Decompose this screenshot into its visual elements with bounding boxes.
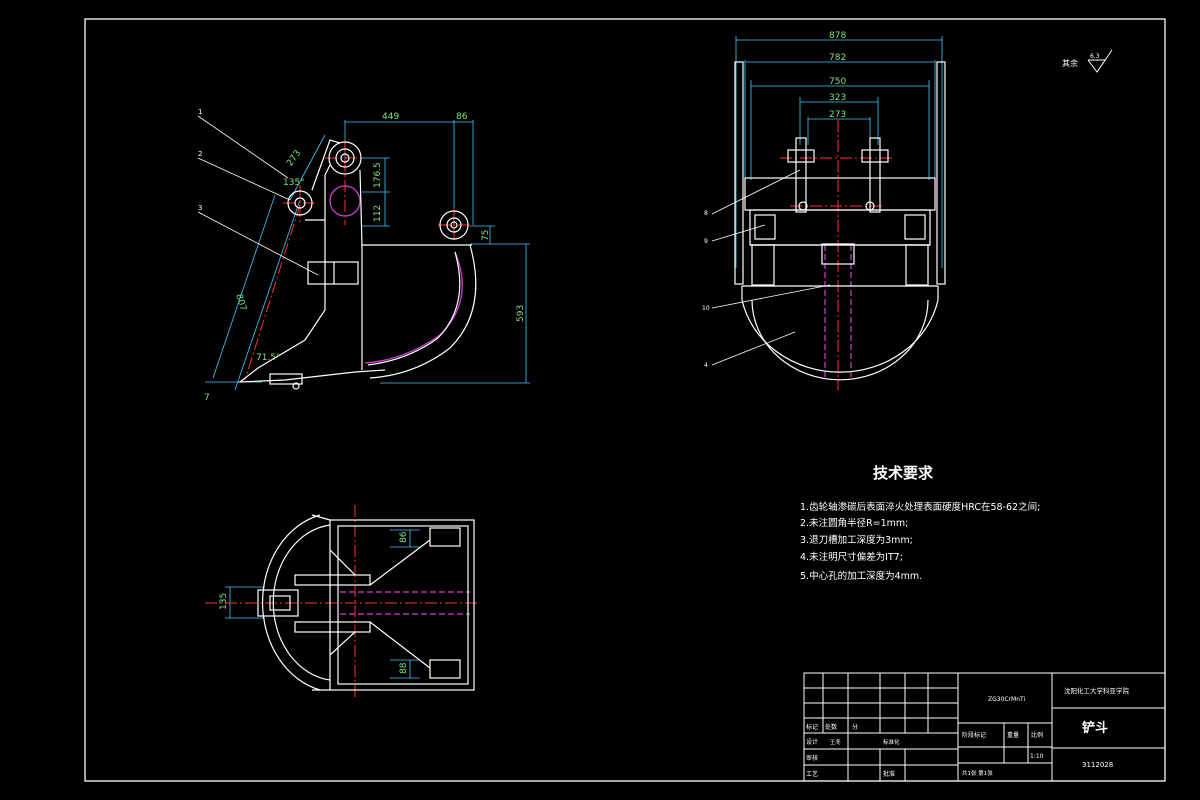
dim-7: 7 [204,393,210,403]
dim-782: 782 [829,53,846,63]
dim-86: 86 [456,112,468,122]
tech-item-2: 2.未注圆角半径R=1mm; [800,517,908,529]
title-block: ZG30CrMnTi 沈阳化工大学科亚学院 铲斗 3112028 1:10 标记… [803,672,1166,782]
dim-878: 878 [829,31,846,41]
tech-requirements: 技术要求 1.齿轮轴渗碳后表面淬火处理表面硬度HRC在58-62之间; 2.未注… [800,464,1040,582]
tech-item-4: 4.未注明尺寸偏差为IT7; [800,551,903,563]
tb-school: 沈阳化工大学科亚学院 [1064,686,1130,695]
roughness-value: 6.3 [1090,53,1100,60]
tb-std: 标准化 [883,738,900,746]
dim-176: 176.5 [373,162,383,188]
front-view: 878 782 750 323 273 8 9 10 4 [702,31,946,390]
tb-designer: 王冬 [830,738,842,746]
tech-item-3: 3.退刀槽加工深度为3mm; [800,534,913,546]
dim-135: 135° [283,178,305,188]
dim-750: 750 [829,77,846,87]
dim-323: 323 [829,93,846,103]
cad-drawing: 449 86 273 135° 176.5 112 75 593 807 71.… [84,18,1166,782]
tb-approve: 批准 [883,770,895,778]
top-view: 86 135 88 [205,505,480,700]
callout-1: 1 [198,108,202,116]
roughness-symbol: 其余 6.3 [1062,49,1113,73]
tb-part-name: 铲斗 [1082,720,1108,736]
tb-review: 审核 [806,754,818,762]
dim-112: 112 [373,205,383,222]
callout-2: 2 [198,150,202,158]
tb-sheet: 共1张 第1张 [962,769,993,777]
dim-75: 75 [481,230,491,241]
tb-weight: 重量 [1007,731,1019,739]
dim-135b: 135 [219,593,229,610]
callout-3: 3 [198,204,202,212]
dim-273b: 273 [829,110,846,120]
callout-10: 10 [702,305,710,312]
dim-86b: 86 [399,531,409,543]
tb-stage: 阶段标记 [962,731,986,739]
tech-title: 技术要求 [873,464,934,482]
tb-ratio: 比例 [1031,731,1043,739]
tb-count: 处数 [825,723,837,731]
side-view: 449 86 273 135° 176.5 112 75 593 807 71.… [197,108,530,403]
tb-part: 分 [852,723,858,731]
tb-scale: 1:10 [1030,753,1044,760]
tb-design: 设计 [806,738,818,746]
tb-code: 3112028 [1082,761,1113,769]
tech-item-5: 5.中心孔的加工深度为4mm. [800,570,922,582]
dim-593: 593 [516,305,526,322]
dim-88: 88 [399,662,409,674]
tech-item-1: 1.齿轮轴渗碳后表面淬火处理表面硬度HRC在58-62之间; [800,501,1040,513]
dim-71-5: 71.5° [256,353,281,363]
dim-273: 273 [285,149,303,169]
callout-9: 9 [704,238,708,245]
callout-8: 8 [704,210,708,217]
dim-449: 449 [382,112,399,122]
tb-material: ZG30CrMnTi [988,696,1026,703]
tb-process: 工艺 [806,770,818,778]
drawing-frame [84,18,1166,782]
roughness-label: 其余 [1062,58,1078,68]
tb-mark: 标记 [806,723,818,731]
callout-4: 4 [704,362,708,369]
dim-807: 807 [233,293,248,312]
